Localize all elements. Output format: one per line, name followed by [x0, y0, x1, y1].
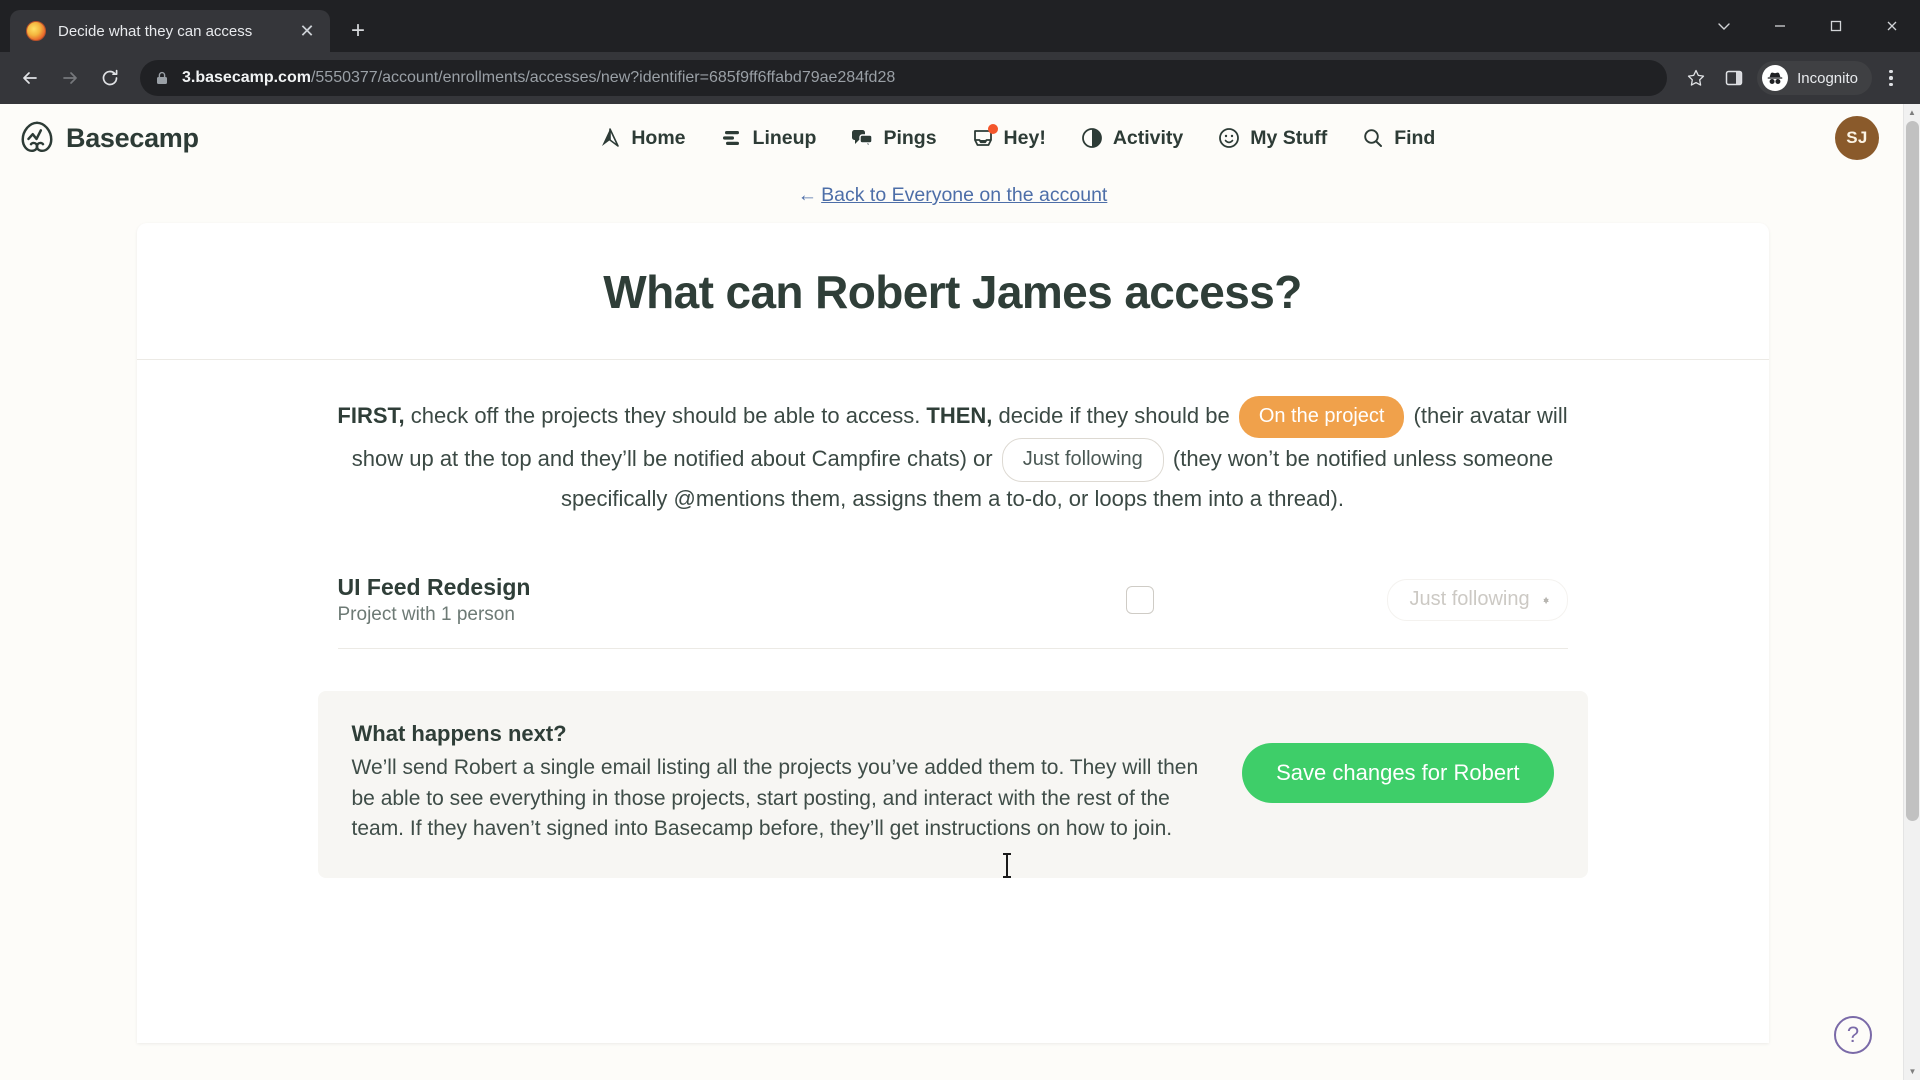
project-select-cell: Just following ▲ ▼: [1386, 579, 1568, 622]
nav-item-pings[interactable]: Pings: [850, 126, 937, 150]
nav-label-activity: Activity: [1112, 126, 1184, 149]
access-card: What can Robert James access? FIRST, che…: [136, 223, 1769, 1043]
side-panel-icon[interactable]: [1715, 59, 1753, 97]
page-viewport: Basecamp Home Lineup Pings Hey! Activity…: [0, 104, 1920, 1080]
url-domain: 3.basecamp.com: [182, 69, 311, 86]
basecamp-nav-menu: Home Lineup Pings Hey! Activity My Stuff…: [199, 124, 1835, 150]
nav-label-home: Home: [631, 126, 686, 149]
tab-strip: Decide what they can access ✕ +: [0, 0, 1920, 52]
nav-item-activity[interactable]: Activity: [1080, 126, 1183, 150]
browser-tab[interactable]: Decide what they can access ✕: [10, 10, 330, 52]
nav-label-my-stuff: My Stuff: [1250, 126, 1328, 149]
minimize-window-icon[interactable]: [1752, 0, 1808, 52]
project-row: UI Feed Redesign Project with 1 person J…: [337, 558, 1568, 650]
url-path: /5550377/account/enrollments/accesses/ne…: [310, 69, 896, 86]
home-icon: [598, 126, 622, 150]
back-arrow-icon: ←: [797, 184, 818, 206]
first-bold-text: FIRST,: [337, 402, 405, 428]
close-window-icon[interactable]: [1864, 0, 1920, 52]
browser-window: Decide what they can access ✕ + 3.baseca…: [0, 0, 1920, 1080]
on-the-project-pill[interactable]: On the project: [1238, 396, 1405, 438]
hey-notification-badge: [987, 124, 998, 134]
scroll-down-arrow-icon[interactable]: ▼: [1904, 1063, 1920, 1080]
nav-label-pings: Pings: [883, 126, 937, 149]
instructions-paragraph: FIRST, check off the projects they shoul…: [308, 360, 1598, 516]
scrollbar-thumb[interactable]: [1906, 121, 1919, 821]
reload-button[interactable]: [90, 58, 130, 98]
browser-toolbar: 3.basecamp.com/5550377/account/enrollmen…: [0, 52, 1920, 104]
incognito-icon: [1762, 65, 1789, 91]
just-following-pill[interactable]: Just following: [1001, 438, 1164, 482]
address-bar-url: 3.basecamp.com/5550377/account/enrollmen…: [182, 69, 895, 87]
next-panel-body: We’ll send Robert a single email listing…: [351, 756, 1199, 840]
back-button[interactable]: [10, 58, 50, 98]
basecamp-logo[interactable]: Basecamp: [18, 119, 199, 157]
incognito-profile-chip[interactable]: Incognito: [1757, 61, 1872, 95]
project-access-checkbox[interactable]: [1125, 586, 1154, 615]
project-subtitle: Project with 1 person: [337, 604, 515, 626]
what-happens-next-panel: What happens next? We’ll send Robert a s…: [317, 691, 1588, 879]
save-changes-button[interactable]: Save changes for Robert: [1242, 743, 1554, 804]
nav-label-hey: Hey!: [1003, 126, 1046, 149]
nav-label-lineup: Lineup: [752, 126, 817, 149]
search-icon: [1361, 126, 1385, 150]
back-link-container: ← Back to Everyone on the account: [0, 172, 1905, 223]
back-link-text: Back to Everyone on the account: [821, 184, 1108, 206]
browser-menu-icon[interactable]: [1872, 59, 1910, 97]
project-name: UI Feed Redesign: [337, 574, 531, 601]
nav-label-find: Find: [1394, 126, 1436, 149]
nav-item-find[interactable]: Find: [1361, 126, 1435, 150]
close-tab-icon[interactable]: ✕: [294, 18, 320, 44]
help-button[interactable]: ?: [1834, 1016, 1872, 1054]
maximize-window-icon[interactable]: [1808, 0, 1864, 52]
chevron-updown-icon: ▲ ▼: [1541, 593, 1551, 606]
lineup-icon: [720, 126, 744, 150]
pings-icon: [850, 126, 874, 150]
intro-part-2: decide if they should be: [992, 402, 1236, 428]
address-bar[interactable]: 3.basecamp.com/5550377/account/enrollmen…: [140, 60, 1668, 96]
intro-part-1: check off the projects they should be ab…: [404, 402, 927, 428]
card-header: What can Robert James access?: [136, 223, 1769, 360]
then-bold-text: THEN,: [926, 402, 993, 428]
next-text-block: What happens next? We’ll send Robert a s…: [352, 721, 1209, 844]
lock-icon: [154, 70, 170, 86]
text-cursor: [1003, 853, 1011, 878]
smiley-icon: [1217, 126, 1241, 150]
basecamp-logo-text: Basecamp: [66, 122, 199, 153]
access-level-select[interactable]: Just following ▲ ▼: [1386, 579, 1568, 622]
basecamp-logo-icon: [21, 121, 53, 153]
access-level-value: Just following: [1409, 588, 1530, 611]
project-info: UI Feed Redesign Project with 1 person: [338, 574, 958, 626]
basecamp-navbar: Basecamp Home Lineup Pings Hey! Activity…: [0, 104, 1905, 172]
nav-item-my-stuff[interactable]: My Stuff: [1217, 126, 1327, 150]
window-controls: [1696, 0, 1920, 52]
back-to-everyone-link[interactable]: ← Back to Everyone on the account: [798, 184, 1108, 206]
bookmark-star-icon[interactable]: [1677, 59, 1715, 97]
activity-icon: [1080, 126, 1104, 150]
next-panel-title: What happens next?: [351, 721, 567, 747]
incognito-label: Incognito: [1797, 69, 1858, 87]
page-title: What can Robert James access?: [603, 266, 1302, 318]
tab-search-chevron-icon[interactable]: [1696, 0, 1752, 52]
basecamp-favicon-icon: [26, 21, 46, 41]
page-scrollbar[interactable]: ▲ ▼: [1903, 104, 1920, 1080]
new-tab-button[interactable]: +: [340, 13, 376, 49]
tab-title: Decide what they can access: [58, 22, 253, 40]
forward-button[interactable]: [50, 58, 90, 98]
user-avatar[interactable]: SJ: [1835, 116, 1879, 160]
projects-list: UI Feed Redesign Project with 1 person J…: [318, 558, 1588, 650]
nav-item-hey[interactable]: Hey!: [971, 124, 1046, 150]
nav-item-home[interactable]: Home: [598, 126, 686, 150]
page-content: Basecamp Home Lineup Pings Hey! Activity…: [0, 104, 1905, 1080]
project-checkbox-cell: [958, 586, 1387, 615]
nav-item-lineup[interactable]: Lineup: [720, 126, 817, 150]
scroll-up-arrow-icon[interactable]: ▲: [1904, 104, 1920, 121]
